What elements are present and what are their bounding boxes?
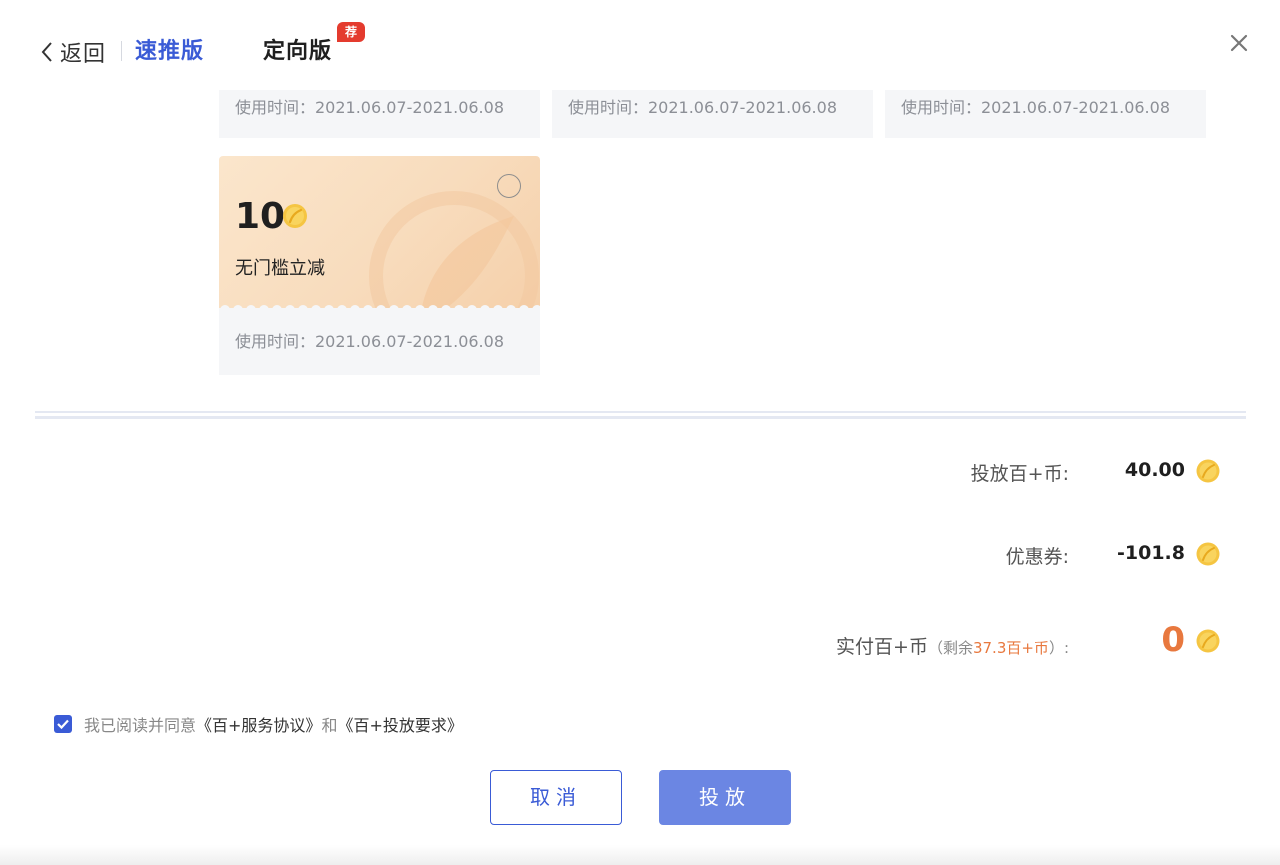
dialog-header: 返回 速推版 定向版 荐 <box>0 0 1280 90</box>
coupon-card-stub[interactable]: 使用时间：2021.06.07-2021.06.08 <box>885 90 1206 138</box>
coupon-time: 使用时间：2021.06.07-2021.06.08 <box>901 98 1170 117</box>
coupon-description: 无门槛立减 <box>235 258 325 279</box>
coupon-amount: 10 <box>235 196 286 237</box>
coupon-card[interactable]: 10 无门槛立减 使用时间：2021.06.07-2021.06.08 <box>219 156 540 375</box>
leaf-watermark-icon <box>369 191 539 308</box>
check-icon <box>57 719 69 730</box>
dialog-bottom-shade <box>0 845 1280 865</box>
chevron-left-icon <box>38 36 58 68</box>
launch-coins-label: 投放百+币: <box>970 463 1069 485</box>
tab-target-version[interactable]: 定向版 <box>263 36 332 68</box>
launch-coins-value: 40.00 <box>1124 459 1185 481</box>
remaining-prefix: （剩余 <box>927 639 973 657</box>
header-divider <box>121 41 122 61</box>
section-divider <box>35 411 1246 419</box>
cancel-button[interactable]: 取消 <box>490 770 622 825</box>
agreement-conjunction: 和 <box>321 716 338 735</box>
remaining-suffix: ）: <box>1048 639 1069 657</box>
actual-payment-value: 0 <box>1161 620 1185 660</box>
actual-payment-title: 实付百+币 <box>836 636 928 658</box>
coupon-time: 使用时间：2021.06.07-2021.06.08 <box>568 98 837 117</box>
coupon-card-stub[interactable]: 使用时间：2021.06.07-2021.06.08 <box>552 90 873 138</box>
agreement-prefix: 我已阅读并同意 <box>84 716 197 735</box>
recommend-badge: 荐 <box>337 22 365 42</box>
actual-payment-label: 实付百+币（剩余37.3百+币）: <box>836 632 1069 659</box>
remaining-balance: 37.3百+币 <box>972 639 1049 657</box>
coupon-time: 使用时间：2021.06.07-2021.06.08 <box>235 332 504 351</box>
agreement-row: 我已阅读并同意 《百+服务协议》 和 《百+投放要求》 <box>54 712 463 736</box>
agreement-checkbox[interactable] <box>54 715 72 733</box>
coupon-face: 10 无门槛立减 <box>219 156 540 308</box>
coupon-discount-value: -101.8 <box>1117 542 1185 564</box>
coupon-card-stub[interactable]: 使用时间：2021.06.07-2021.06.08 <box>219 90 540 138</box>
back-label: 返回 <box>60 42 107 67</box>
coin-icon <box>283 204 307 228</box>
coupon-select-radio[interactable] <box>497 174 521 198</box>
coin-icon <box>1196 629 1220 653</box>
back-button[interactable]: 返回 <box>38 36 106 68</box>
coupon-discount-label: 优惠券: <box>1005 546 1069 568</box>
coin-icon <box>1196 459 1220 483</box>
coupon-time: 使用时间：2021.06.07-2021.06.08 <box>235 98 504 117</box>
coupon-footer: 使用时间：2021.06.07-2021.06.08 <box>219 308 540 375</box>
service-agreement-link[interactable]: 《百+服务协议》 <box>196 712 321 736</box>
launch-requirements-link[interactable]: 《百+投放要求》 <box>337 712 462 736</box>
tab-speed-version[interactable]: 速推版 <box>135 36 204 68</box>
launch-button[interactable]: 投放 <box>659 770 791 825</box>
coin-icon <box>1196 542 1220 566</box>
close-icon[interactable] <box>1226 30 1252 56</box>
